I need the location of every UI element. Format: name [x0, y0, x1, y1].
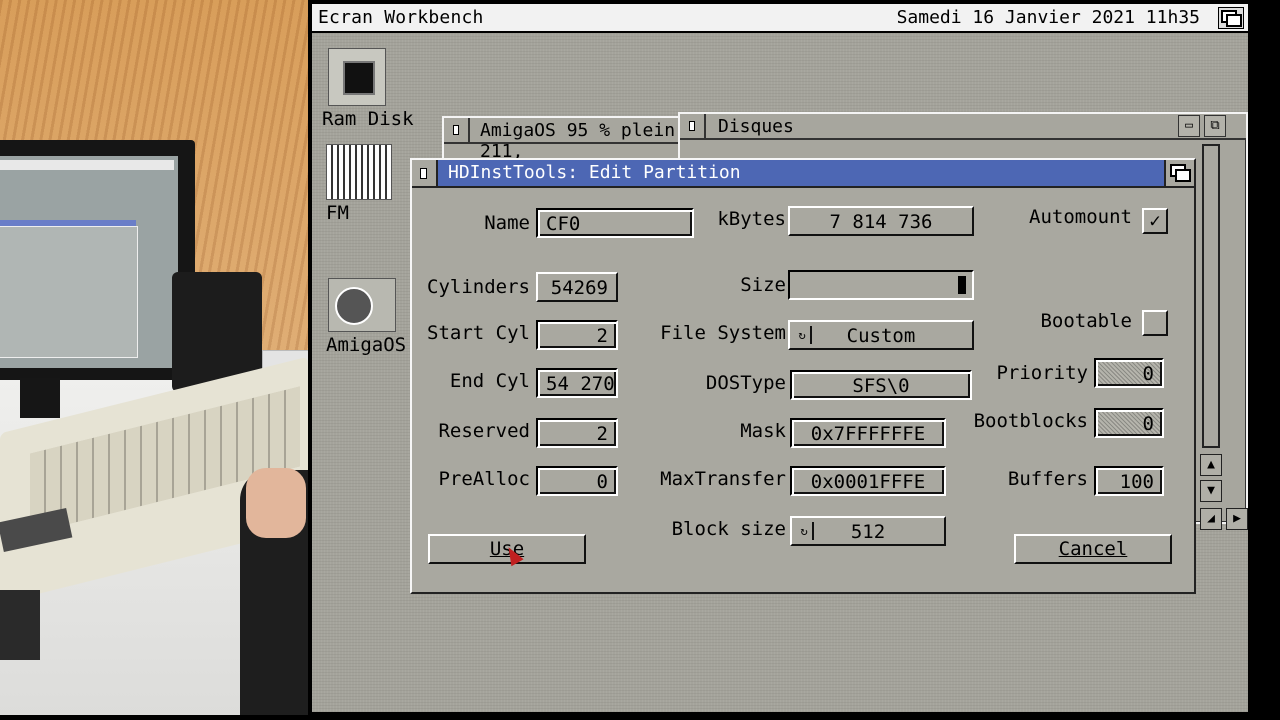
- monitor-screen: [0, 156, 178, 368]
- automount-checkbox[interactable]: ✓: [1142, 208, 1168, 234]
- user-hand: [246, 468, 306, 538]
- mask-label: Mask: [740, 420, 786, 442]
- buffers-label: Buffers: [1007, 468, 1088, 490]
- screen-titlebar: Ecran Workbench Samedi 16 Janvier 2021 1…: [312, 4, 1248, 33]
- amigaos-window-close-icon[interactable]: [444, 118, 470, 142]
- disques-vertical-scrollbar[interactable]: [1202, 144, 1220, 448]
- automount-label: Automount: [1029, 206, 1132, 228]
- monitor-screen-titlebar: [0, 160, 174, 170]
- screen-title: Ecran Workbench: [318, 7, 484, 28]
- scroll-up-icon[interactable]: ▲: [1200, 454, 1222, 476]
- ram-disk-icon[interactable]: Ram Disk: [322, 48, 414, 130]
- cylinders-value: 54269: [536, 272, 618, 302]
- mask-field[interactable]: 0x7FFFFFFE: [790, 418, 946, 448]
- size-slider[interactable]: [788, 270, 974, 300]
- filesystem-label: File System: [660, 322, 786, 344]
- bootable-label: Bootable: [1040, 310, 1132, 332]
- end-cyl-field[interactable]: 54 270: [536, 368, 618, 398]
- depth-front-icon: [1226, 14, 1242, 27]
- reserved-label: Reserved: [438, 420, 530, 442]
- priority-label: Priority: [996, 362, 1088, 384]
- blocksize-cycle[interactable]: ↻ 512: [790, 516, 946, 546]
- kbytes-value: 7 814 736: [788, 206, 974, 236]
- maxtransfer-field[interactable]: 0x0001FFFE: [790, 466, 946, 496]
- dostype-field[interactable]: SFS\0: [790, 370, 972, 400]
- workbench-screen: Ecran Workbench Samedi 16 Janvier 2021 1…: [312, 4, 1248, 712]
- buffers-field[interactable]: 100: [1094, 466, 1164, 496]
- cycle-icon: ↻: [794, 326, 812, 344]
- disques-window-close-icon[interactable]: [680, 114, 706, 138]
- bootable-checkbox[interactable]: [1142, 310, 1168, 336]
- cycle-icon: ↻: [796, 522, 814, 540]
- start-cyl-field[interactable]: 2: [536, 320, 618, 350]
- external-device: [0, 590, 40, 660]
- monitor-screen-window: [0, 226, 138, 358]
- size-slider-knob[interactable]: [958, 276, 966, 294]
- dialog-close-icon[interactable]: [412, 160, 438, 186]
- amigaos-disk-icon[interactable]: AmigaOS: [326, 278, 406, 356]
- disques-window-title: Disques: [718, 116, 794, 137]
- bootblocks-field[interactable]: 0: [1094, 408, 1164, 438]
- kbytes-label: kBytes: [717, 208, 786, 230]
- dialog-depth-front-icon: [1175, 169, 1191, 182]
- priority-field[interactable]: 0: [1094, 358, 1164, 388]
- dialog-title: HDInstTools: Edit Partition: [448, 162, 741, 183]
- reserved-field[interactable]: 2: [536, 418, 618, 448]
- prealloc-field[interactable]: 0: [536, 466, 618, 496]
- file-manager-icon: [326, 144, 392, 200]
- cancel-button[interactable]: Cancel: [1014, 534, 1172, 564]
- size-label: Size: [740, 274, 786, 296]
- blocksize-value: 512: [850, 521, 886, 543]
- edit-partition-dialog[interactable]: HDInstTools: Edit Partition Name CF0 kBy…: [410, 158, 1196, 594]
- amigaos-window-titlebar[interactable]: AmigaOS 95 % plein, 211,: [444, 118, 694, 162]
- scroll-right-icon[interactable]: ▶: [1226, 508, 1248, 530]
- prealloc-label: PreAlloc: [438, 468, 530, 490]
- screen-border: [1248, 0, 1280, 720]
- dialog-titlebar[interactable]: HDInstTools: Edit Partition: [412, 160, 1194, 188]
- scroll-down-icon[interactable]: ▼: [1200, 480, 1222, 502]
- filesystem-value: Custom: [846, 325, 916, 347]
- dostype-label: DOSType: [705, 372, 786, 394]
- name-label: Name: [484, 212, 530, 234]
- blocksize-label: Block size: [671, 518, 786, 540]
- maxtransfer-label: MaxTransfer: [660, 468, 786, 490]
- fm-label: FM: [326, 202, 349, 224]
- name-field[interactable]: CF0: [536, 208, 694, 238]
- amigaos-label: AmigaOS: [326, 334, 407, 356]
- harddisk-icon: [328, 278, 396, 332]
- ram-disk-label: Ram Disk: [322, 108, 414, 130]
- resize-icon[interactable]: ◢: [1200, 508, 1222, 530]
- screen-depth-gadget[interactable]: [1218, 7, 1244, 29]
- chip-icon: [328, 48, 386, 106]
- amigaos-window-title: AmigaOS 95 % plein, 211,: [480, 120, 686, 162]
- dialog-depth-icon[interactable]: [1164, 160, 1194, 186]
- zoom-icon[interactable]: ▭: [1178, 115, 1200, 137]
- fm-icon[interactable]: FM: [326, 144, 392, 224]
- bootblocks-label: Bootblocks: [973, 410, 1088, 432]
- disques-depth-icon[interactable]: ⧉: [1204, 115, 1226, 137]
- room-photo: [0, 0, 308, 715]
- disques-window-titlebar[interactable]: Disques ▭ ⧉: [680, 114, 1246, 140]
- screen-clock: Samedi 16 Janvier 2021 11h35: [896, 7, 1200, 28]
- filesystem-cycle[interactable]: ↻ Custom: [788, 320, 974, 350]
- cylinders-label: Cylinders: [427, 276, 530, 298]
- monitor-stand: [20, 378, 60, 418]
- monitor: [0, 140, 195, 380]
- end-cyl-label: End Cyl: [449, 370, 530, 392]
- start-cyl-label: Start Cyl: [427, 322, 530, 344]
